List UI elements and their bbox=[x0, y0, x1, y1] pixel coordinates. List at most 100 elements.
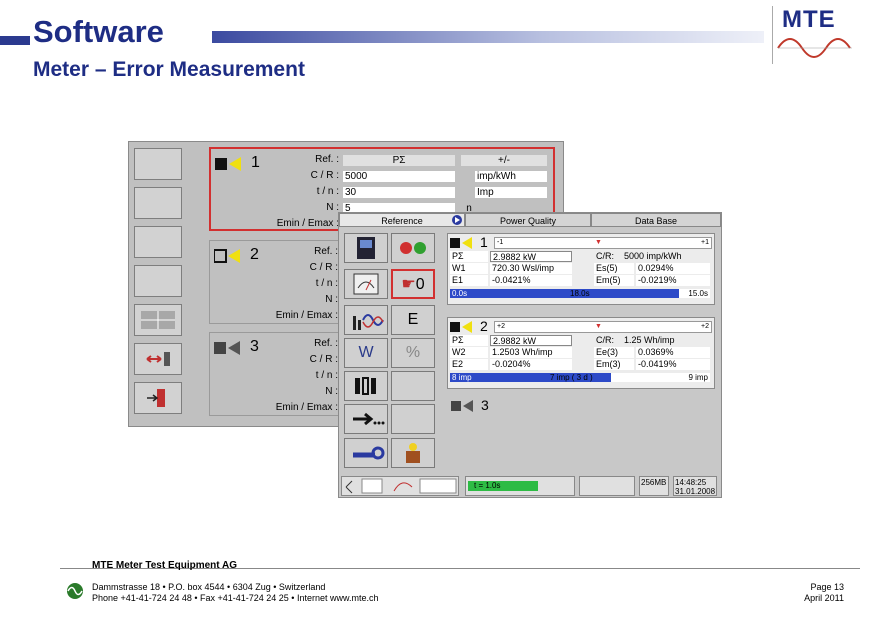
scale-left: +2 bbox=[497, 323, 505, 330]
meter-2-label: 2 bbox=[480, 318, 488, 334]
grid-button[interactable] bbox=[134, 304, 182, 336]
n-label: N : bbox=[325, 386, 338, 397]
transformer-button[interactable] bbox=[344, 371, 388, 401]
exit-button[interactable] bbox=[134, 382, 182, 414]
meter-3-indicator bbox=[451, 399, 481, 418]
row-label: E1 bbox=[450, 275, 488, 286]
t-value: t = 1.0s bbox=[474, 481, 501, 490]
row-label: PΣ bbox=[450, 335, 488, 346]
status-time-panel: t = 1.0s bbox=[465, 476, 575, 496]
contact-line: Phone +41-41-724 24 48 • Fax +41-41-724 … bbox=[92, 593, 379, 603]
alarm-button[interactable] bbox=[391, 438, 435, 468]
es-label: Ee(3) bbox=[594, 347, 634, 358]
ref-tolerance-select[interactable]: +/- bbox=[461, 155, 547, 166]
n-label: N : bbox=[325, 294, 338, 305]
scale-marker-icon: ▼ bbox=[595, 323, 602, 330]
error-value: -0.0421% bbox=[490, 275, 572, 286]
tn-label: t / n : bbox=[315, 278, 338, 289]
progress-start: 0.0s bbox=[452, 289, 468, 298]
scale-right: +2 bbox=[701, 323, 709, 330]
power-button[interactable]: W bbox=[344, 338, 388, 368]
error-zero-label: 0 bbox=[415, 276, 425, 293]
footer-date: April 2011 bbox=[804, 593, 844, 603]
emin-emax-label: Emin / Emax : bbox=[275, 402, 338, 413]
clock: 14:48:25 31.01.2008 bbox=[673, 476, 717, 496]
row-label: W1 bbox=[450, 263, 488, 274]
em-value: -0.0219% bbox=[636, 275, 710, 286]
energy-button[interactable]: E bbox=[391, 305, 435, 335]
swap-arrows-icon bbox=[146, 352, 170, 366]
swap-button[interactable] bbox=[134, 343, 182, 375]
toolbar-button-3[interactable] bbox=[134, 226, 182, 258]
clock-time: 14:48:25 bbox=[675, 478, 707, 487]
meter-display-icon bbox=[357, 237, 375, 259]
em-value: -0.0419% bbox=[636, 359, 710, 370]
alarm-icon bbox=[406, 443, 420, 463]
error-zero-button[interactable]: ☛0 bbox=[391, 269, 435, 299]
percent-label: % bbox=[405, 344, 421, 361]
waveform-icon bbox=[353, 314, 384, 330]
waveform-button[interactable] bbox=[344, 305, 388, 335]
energy-value: 1.2503 Wh/imp bbox=[490, 347, 572, 358]
power-label: W bbox=[358, 344, 374, 361]
analog-meter-button[interactable] bbox=[344, 269, 388, 299]
settings-button[interactable] bbox=[344, 438, 388, 468]
play-icon[interactable] bbox=[451, 215, 463, 225]
meter-1-result-panel: 1 -1 ▼ +1 PΣ 2.9882 kW C/R: 5000 imp/kWh… bbox=[447, 233, 715, 305]
toolbar-button-4[interactable] bbox=[134, 265, 182, 297]
mte-footer-logo bbox=[67, 583, 83, 599]
meter-2-result-panel: 2 +2 ▼ +2 PΣ 2.9882 kW C/R: 1.25 Wh/imp … bbox=[447, 317, 715, 389]
clock-date: 31.01.2008 bbox=[675, 487, 716, 496]
percent-button[interactable]: % bbox=[391, 338, 435, 368]
meter-2-scale: +2 ▼ +2 bbox=[494, 321, 712, 333]
emin-emax-label: Emin / Emax : bbox=[276, 218, 339, 229]
meter-3-label: 3 bbox=[481, 397, 489, 413]
meter-3-small-icon bbox=[451, 400, 473, 412]
memory-value: 256MB bbox=[641, 478, 667, 487]
tn-unit-select[interactable]: Imp bbox=[475, 187, 547, 198]
start-stop-icon bbox=[400, 242, 426, 254]
power-value: 2.9882 kW bbox=[490, 251, 572, 262]
progress-end: 9 imp bbox=[688, 373, 708, 382]
n-label: N : bbox=[326, 202, 339, 213]
start-stop-button[interactable] bbox=[391, 233, 435, 263]
empty-button-2[interactable] bbox=[391, 404, 435, 434]
tab-reference[interactable]: Reference bbox=[339, 213, 465, 227]
analog-meter-icon bbox=[353, 273, 379, 295]
meter-2-icon bbox=[214, 249, 240, 263]
meter-1-label: 1 bbox=[480, 234, 488, 250]
row-label: PΣ bbox=[450, 251, 488, 262]
toolbar-button-2[interactable] bbox=[134, 187, 182, 219]
meter-1-small-icon bbox=[450, 237, 472, 249]
phase-diagram-icon bbox=[345, 478, 457, 494]
cr-unit-select[interactable]: imp/kWh bbox=[475, 171, 547, 182]
next-button[interactable] bbox=[344, 404, 388, 434]
ref-label: Ref. : bbox=[314, 338, 338, 349]
meter-1-progress-track: 0.0s 18.0s 15.0s bbox=[450, 289, 710, 298]
meter-1-progress-bar bbox=[450, 289, 679, 298]
power-value: 2.9882 kW bbox=[490, 335, 572, 346]
ref-label: Ref. : bbox=[314, 246, 338, 257]
status-phase-panel bbox=[341, 476, 459, 496]
progress-end: 15.0s bbox=[688, 289, 708, 298]
wrench-icon bbox=[353, 446, 385, 460]
toolbar-button-1[interactable] bbox=[134, 148, 182, 180]
empty-button-1[interactable] bbox=[391, 371, 435, 401]
header-accent-bar bbox=[0, 36, 30, 45]
cr-value: 5000 imp/kWh bbox=[624, 251, 682, 261]
scale-left: -1 bbox=[497, 239, 504, 246]
energy-label: E bbox=[407, 311, 419, 328]
transformer-icon bbox=[355, 377, 376, 395]
cr-input[interactable]: 5000 bbox=[343, 171, 455, 182]
tab-data-base[interactable]: Data Base bbox=[591, 213, 721, 227]
tn-input[interactable]: 30 bbox=[343, 187, 455, 198]
tn-label: t / n : bbox=[315, 370, 338, 381]
em-label: Em(5) bbox=[594, 275, 634, 286]
ref-select[interactable]: PΣ bbox=[343, 155, 455, 166]
cr-label: C / R : bbox=[309, 262, 338, 273]
meter-display-button[interactable] bbox=[344, 233, 388, 263]
page-number: Page 13 bbox=[810, 582, 844, 592]
mte-logo-text: MTE bbox=[782, 6, 836, 33]
scale-right: +1 bbox=[701, 239, 709, 246]
tab-power-quality[interactable]: Power Quality bbox=[465, 213, 591, 227]
